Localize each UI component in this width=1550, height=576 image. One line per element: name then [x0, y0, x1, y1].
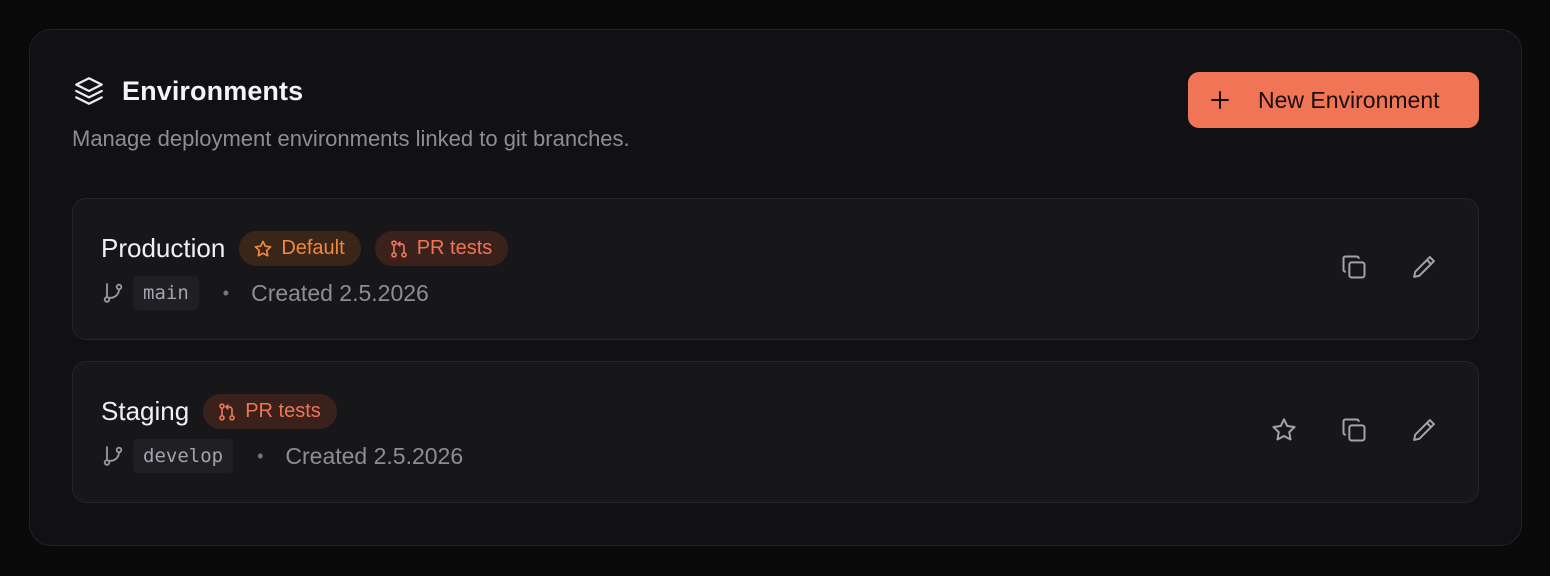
- environment-header: Staging PR tests: [101, 394, 337, 429]
- badge-label: Default: [281, 237, 345, 259]
- copy-icon[interactable]: [1340, 249, 1368, 285]
- created-date: Created 2.5.2026: [285, 442, 464, 469]
- environment-name: Staging: [101, 396, 190, 426]
- star-icon[interactable]: [1270, 412, 1298, 448]
- environment-card-staging: Staging PR tests develop • Created 2.5.2…: [72, 361, 1479, 503]
- plus-icon: [1208, 88, 1232, 112]
- star-icon: [253, 239, 273, 259]
- panel-header: Environments: [72, 74, 303, 108]
- environment-meta: main • Created 2.5.2026: [101, 276, 429, 310]
- new-environment-button[interactable]: New Environment: [1188, 72, 1479, 128]
- environment-name: Production: [101, 233, 226, 263]
- copy-icon[interactable]: [1340, 412, 1368, 448]
- environment-card-production: Production Default PR tests main • Creat…: [72, 198, 1479, 340]
- created-date: Created 2.5.2026: [251, 279, 429, 306]
- edit-icon[interactable]: [1410, 412, 1438, 448]
- page-subtitle: Manage deployment environments linked to…: [72, 126, 630, 151]
- badge-label: PR tests: [245, 400, 321, 422]
- pull-request-icon: [217, 402, 237, 422]
- separator-dot: •: [257, 445, 264, 466]
- environment-actions: [1340, 249, 1438, 285]
- branch-name: develop: [133, 439, 234, 473]
- separator-dot: •: [222, 282, 230, 303]
- new-environment-label: New Environment: [1258, 86, 1440, 113]
- edit-icon[interactable]: [1410, 249, 1438, 285]
- branch-name: main: [133, 276, 199, 310]
- environment-header: Production Default PR tests: [101, 231, 509, 266]
- pull-request-icon: [389, 239, 409, 259]
- default-badge: Default: [239, 231, 361, 266]
- git-branch-icon: [101, 444, 125, 468]
- layers-icon: [72, 74, 106, 108]
- badge-label: PR tests: [416, 237, 493, 259]
- pr-tests-badge: PR tests: [203, 394, 337, 429]
- pr-tests-badge: PR tests: [374, 231, 509, 266]
- environments-panel: Environments Manage deployment environme…: [29, 29, 1522, 546]
- environment-meta: develop • Created 2.5.2026: [101, 439, 463, 473]
- page-title: Environments: [122, 75, 304, 106]
- environment-actions: [1270, 412, 1438, 448]
- git-branch-icon: [101, 281, 125, 305]
